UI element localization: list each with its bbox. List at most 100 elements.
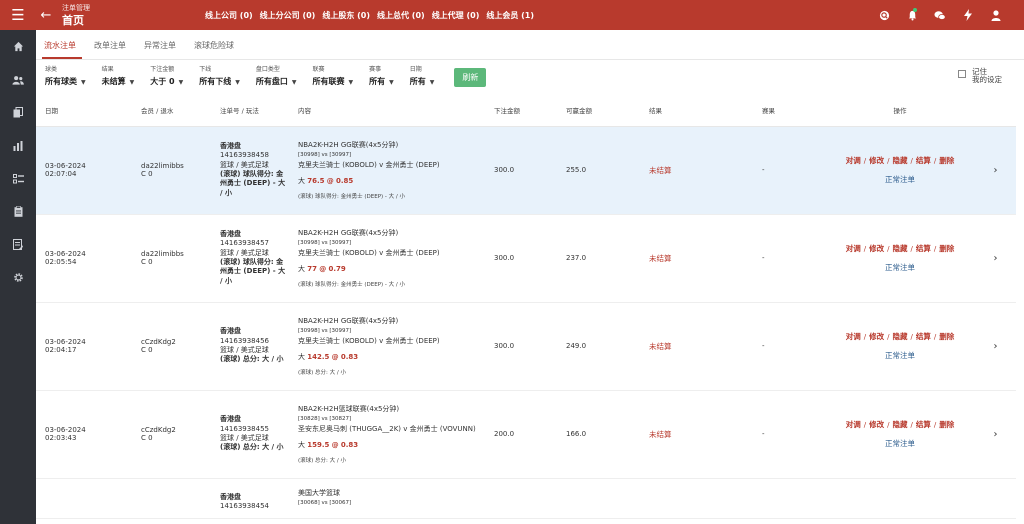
filter-market-type[interactable]: 盘口类型 所有盘口 ▼ bbox=[256, 67, 297, 87]
table-row[interactable]: 03-06-2024 02:05:54 da22limibbs C 0 香港盘 141… bbox=[36, 214, 1016, 303]
main-content: 流水注单 改单注单 异常注单 滚球危险球 球类 所有球类 ▼ 结果 未结算 ▼ 下注… bbox=[36, 30, 1024, 524]
nav-online-shareholder[interactable]: 线上股东 (0) bbox=[322, 10, 370, 21]
filter-league[interactable]: 联赛 所有联赛 ▼ bbox=[312, 67, 353, 87]
separator: / bbox=[863, 333, 867, 341]
line: 142.5 bbox=[307, 353, 330, 362]
edit-link[interactable]: 修改 bbox=[869, 156, 884, 165]
gear-icon[interactable] bbox=[0, 261, 36, 294]
col-actions: 操作 bbox=[825, 94, 975, 127]
delete-link[interactable]: 删除 bbox=[939, 156, 954, 165]
swap-link[interactable]: 对调 bbox=[846, 420, 861, 429]
bar-chart-icon[interactable] bbox=[0, 129, 36, 162]
copy-icon[interactable] bbox=[0, 96, 36, 129]
filter-value: 所有下线 bbox=[199, 77, 232, 86]
table-row[interactable]: 香港盘 14163938454 美国大学篮球 [30068] vs [30067] bbox=[36, 478, 1016, 519]
separator: / bbox=[910, 157, 913, 165]
checkbox-box[interactable] bbox=[958, 70, 966, 78]
delete-link[interactable]: 删除 bbox=[939, 332, 954, 341]
time: 02:04:17 bbox=[45, 346, 77, 354]
ids: [30068] vs [30067] bbox=[298, 499, 352, 506]
pick-prefix: 大 bbox=[298, 265, 305, 274]
edit-link[interactable]: 修改 bbox=[869, 244, 884, 253]
filter-value: 所有盘口 bbox=[255, 77, 288, 86]
win-cell: 255.0 bbox=[557, 126, 640, 215]
separator: / bbox=[887, 333, 890, 341]
search-icon[interactable] bbox=[870, 0, 898, 30]
edit-link[interactable]: 修改 bbox=[869, 332, 884, 341]
nav-online-branch[interactable]: 线上分公司 (0) bbox=[260, 10, 316, 21]
filter-downline[interactable]: 下线 所有下线 ▼ bbox=[199, 67, 240, 87]
hide-link[interactable]: 隐藏 bbox=[893, 420, 908, 429]
caret-down-icon: ▼ bbox=[429, 79, 435, 86]
settle-link[interactable]: 结算 bbox=[916, 332, 931, 341]
swap-link[interactable]: 对调 bbox=[846, 332, 861, 341]
match: 克里夫兰骑士 (KOBOLD) v 金州勇士 (DEEP) bbox=[298, 160, 440, 169]
chevron-right-icon[interactable]: › bbox=[975, 302, 1016, 391]
normal-order-link[interactable]: 正常注单 bbox=[825, 174, 975, 185]
date: 03-06-2024 bbox=[45, 250, 86, 258]
chevron-right-icon[interactable]: › bbox=[975, 126, 1016, 215]
settle-link[interactable]: 结算 bbox=[916, 156, 931, 165]
line: 77 bbox=[307, 265, 317, 274]
delete-link[interactable]: 删除 bbox=[939, 420, 954, 429]
user-icon[interactable] bbox=[982, 0, 1010, 30]
nav-online-agent[interactable]: 线上代理 (0) bbox=[432, 10, 480, 21]
market: 香港盘 bbox=[220, 327, 241, 336]
bell-icon[interactable] bbox=[898, 0, 926, 30]
normal-order-link[interactable]: 正常注单 bbox=[825, 262, 975, 273]
settle-link[interactable]: 结算 bbox=[916, 420, 931, 429]
swap-link[interactable]: 对调 bbox=[846, 156, 861, 165]
odds: 0.83 bbox=[340, 441, 359, 450]
order-no: 14163938458 bbox=[220, 151, 269, 160]
filter-result[interactable]: 结果 未结算 ▼ bbox=[102, 67, 135, 87]
odds: 0.79 bbox=[328, 265, 346, 274]
home-icon[interactable] bbox=[0, 30, 36, 63]
list-icon[interactable] bbox=[0, 162, 36, 195]
orders-table: 日期 会员 / 退水 注单号 / 玩法 内容 下注金额 可赢金额 结果 赛果 操… bbox=[36, 94, 1016, 519]
chevron-right-icon[interactable]: › bbox=[975, 390, 1016, 479]
users-icon[interactable] bbox=[0, 63, 36, 96]
table-row[interactable]: 03-06-2024 02:03:43 cCzdKdg2 C 0 香港盘 141639… bbox=[36, 390, 1016, 479]
delete-link[interactable]: 删除 bbox=[939, 244, 954, 253]
filter-label: 下线 bbox=[199, 66, 212, 73]
remember-settings-checkbox[interactable]: 记住 我的设定 bbox=[958, 67, 1002, 85]
chevron-right-icon[interactable]: › bbox=[975, 214, 1016, 303]
match: 克里夫兰骑士 (KOBOLD) v 金州勇士 (DEEP) bbox=[298, 336, 440, 345]
bolt-icon[interactable] bbox=[954, 0, 982, 30]
refresh-button[interactable]: 刷新 bbox=[454, 67, 487, 87]
filter-sport[interactable]: 球类 所有球类 ▼ bbox=[45, 67, 86, 87]
filter-label: 结果 bbox=[101, 66, 114, 73]
normal-order-link[interactable]: 正常注单 bbox=[825, 438, 975, 449]
caret-down-icon: ▼ bbox=[129, 79, 135, 86]
table-row[interactable]: 03-06-2024 02:07:04 da22limibbs C 0 香港盘 141… bbox=[36, 126, 1016, 215]
chat-icon[interactable] bbox=[926, 0, 954, 30]
nav-online-company[interactable]: 线上公司 (0) bbox=[205, 10, 253, 21]
swap-link[interactable]: 对调 bbox=[846, 244, 861, 253]
hide-link[interactable]: 隐藏 bbox=[893, 332, 908, 341]
table-row[interactable]: 03-06-2024 02:04:17 cCzdKdg2 C 0 香港盘 141639… bbox=[36, 302, 1016, 391]
filter-bet-amount[interactable]: 下注金额 大于 0 ▼ bbox=[150, 67, 183, 87]
back-arrow-icon[interactable]: ← bbox=[36, 0, 56, 30]
date-cell: 03-06-2024 02:03:43 bbox=[36, 390, 132, 479]
nav-online-member[interactable]: 线上会员 (1) bbox=[486, 10, 534, 21]
bet-type: (滚球) 球队得分: 金州勇士 (DEEP) - 大 / 小 bbox=[220, 170, 286, 197]
form-icon[interactable] bbox=[0, 228, 36, 261]
clipboard-icon[interactable] bbox=[0, 195, 36, 228]
online-counts-nav: 线上公司 (0) 线上分公司 (0) 线上股东 (0) 线上总代 (0) 线上代… bbox=[205, 0, 541, 30]
menu-icon[interactable]: ☰ bbox=[0, 0, 36, 30]
tab-live-danger-ball[interactable]: 滚球危险球 bbox=[194, 40, 244, 59]
tab-abnormal-orders[interactable]: 异常注单 bbox=[144, 40, 186, 59]
settle-link[interactable]: 结算 bbox=[916, 244, 931, 253]
normal-order-link[interactable]: 正常注单 bbox=[825, 350, 975, 361]
edit-link[interactable]: 修改 bbox=[869, 420, 884, 429]
filter-event[interactable]: 赛事 所有 ▼ bbox=[369, 67, 394, 87]
filter-date[interactable]: 日期 所有 ▼ bbox=[410, 67, 435, 87]
date-cell: 03-06-2024 02:05:54 bbox=[36, 214, 132, 303]
tab-modified-orders[interactable]: 改单注单 bbox=[94, 40, 136, 59]
hide-link[interactable]: 隐藏 bbox=[893, 156, 908, 165]
date: 03-06-2024 bbox=[45, 338, 86, 346]
nav-online-general-agent[interactable]: 线上总代 (0) bbox=[377, 10, 425, 21]
hide-link[interactable]: 隐藏 bbox=[893, 244, 908, 253]
score-cell: - bbox=[753, 214, 825, 303]
tab-flow-orders[interactable]: 流水注单 bbox=[42, 40, 86, 59]
